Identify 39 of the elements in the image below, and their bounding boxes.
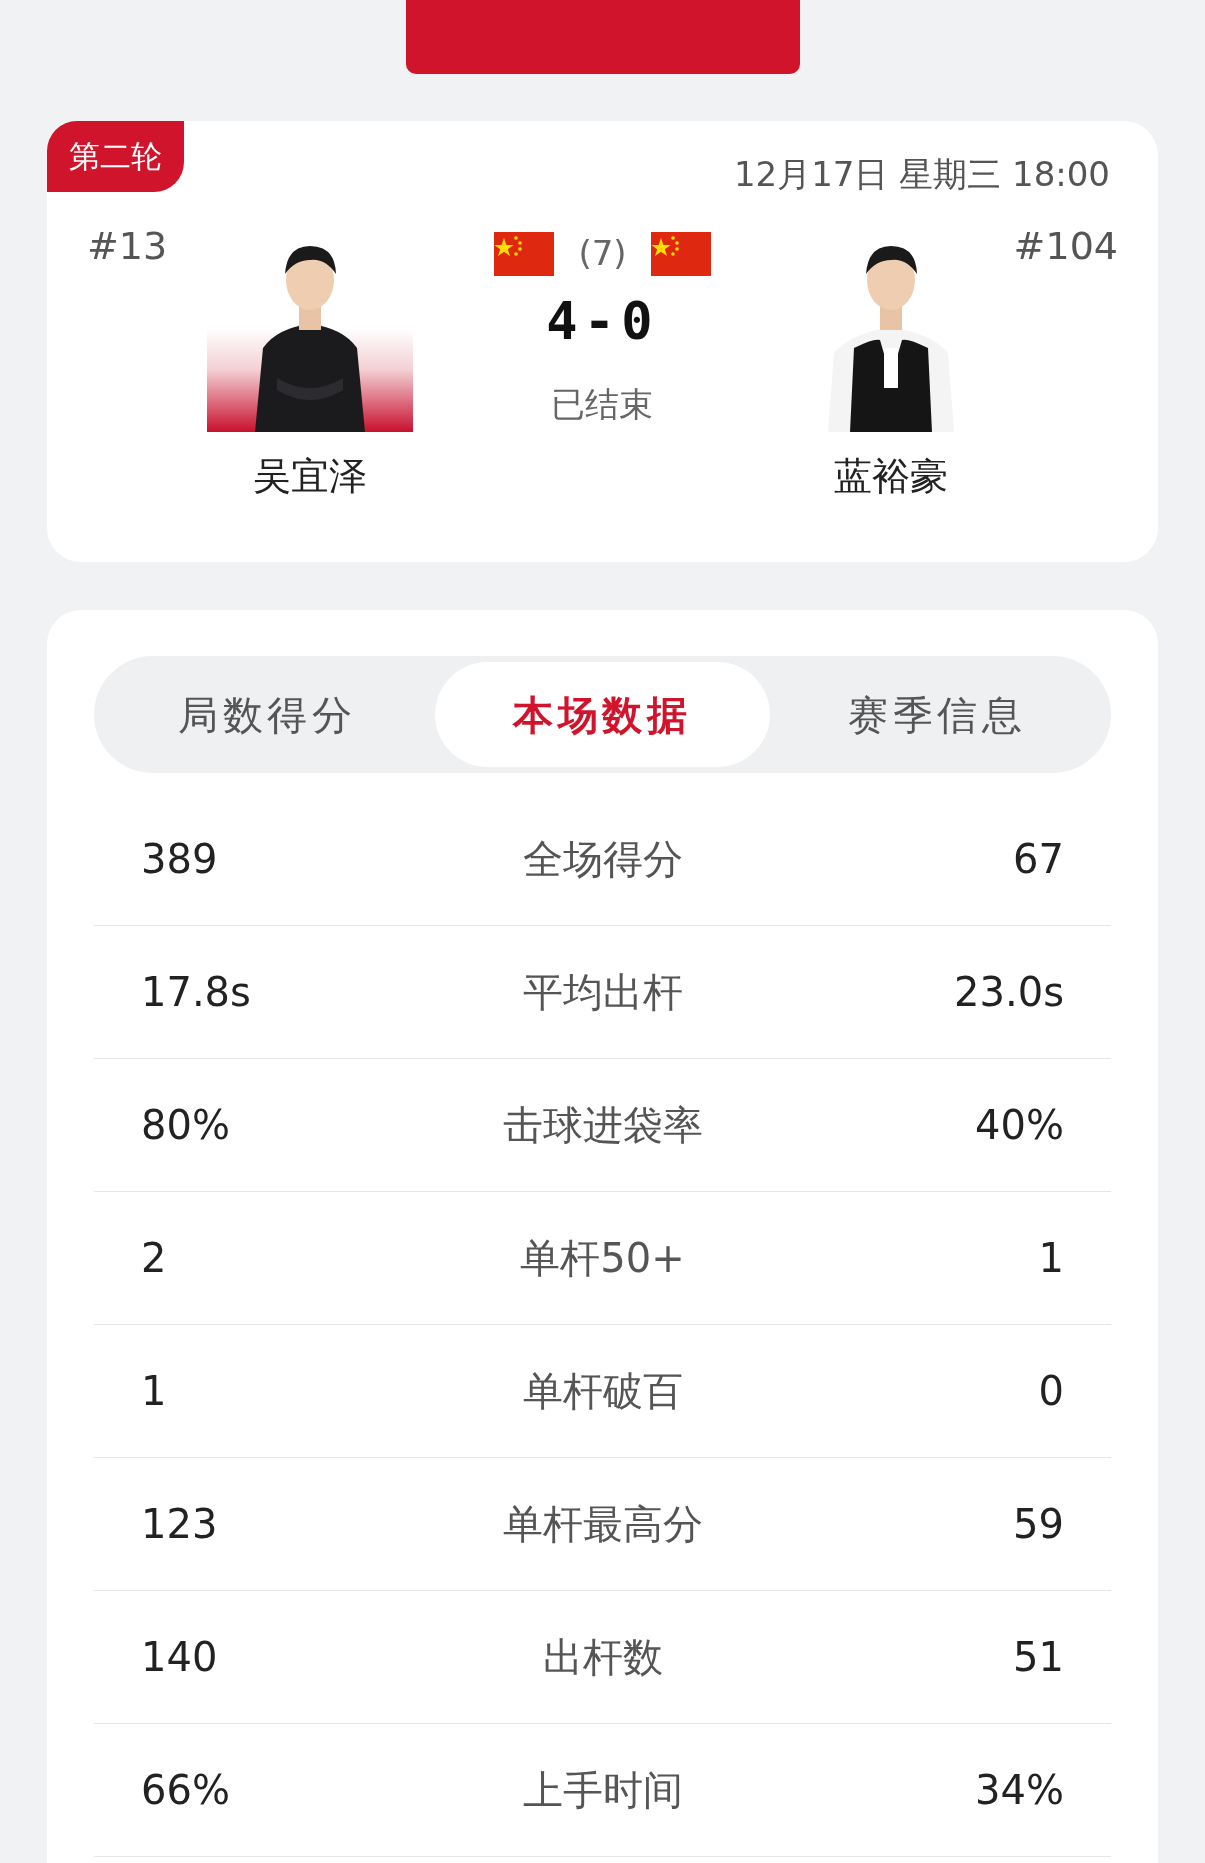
stat-value: 67 <box>1012 835 1064 884</box>
match-score: 4-0 <box>546 295 659 347</box>
stat-label: 出杆数 <box>541 1633 664 1682</box>
stat-value: 23.0s <box>953 968 1064 1017</box>
stat-value: 140 <box>141 1633 219 1682</box>
stat-value: 80% <box>141 1101 231 1150</box>
match-datetime: 12月17日 星期三 18:00 <box>733 154 1110 194</box>
stat-value: 51 <box>1012 1633 1064 1682</box>
stat-label: 单杆50+ <box>519 1234 686 1283</box>
stat-value: 17.8s <box>141 968 252 1017</box>
stat-value: 59 <box>1012 1500 1064 1549</box>
tab[interactable]: 局数得分 <box>100 662 435 767</box>
left-player-rank: #13 <box>87 223 168 270</box>
stat-value: 2 <box>141 1234 168 1283</box>
stat-label: 全场得分 <box>521 835 684 884</box>
stat-value: 34% <box>974 1766 1064 1815</box>
frames-note: (7) <box>578 232 627 275</box>
stat-label: 单杆破百 <box>521 1367 684 1416</box>
stat-label: 平均出杆 <box>521 968 684 1017</box>
stat-value: 123 <box>141 1500 219 1549</box>
stat-value: 40% <box>974 1101 1064 1150</box>
stat-label: 击球进袋率 <box>501 1101 704 1150</box>
stat-value: 0 <box>1037 1367 1064 1416</box>
match-status: 已结束 <box>551 383 654 426</box>
stat-value: 66% <box>141 1766 231 1815</box>
tab[interactable]: 本场数据 <box>435 662 770 767</box>
stat-value: 1 <box>1037 1234 1064 1283</box>
stat-label: 单杆最高分 <box>501 1500 704 1549</box>
stat-value: 389 <box>141 835 219 884</box>
stat-value: 1 <box>141 1367 168 1416</box>
flag-icon <box>650 231 711 276</box>
stat-label: 上手时间 <box>521 1766 684 1815</box>
tab[interactable]: 赛季信息 <box>770 662 1105 767</box>
player-name: 蓝裕豪 <box>834 453 948 500</box>
round-tag: 第二轮 <box>47 121 184 192</box>
banner-button[interactable] <box>405 0 800 74</box>
right-player-rank: #104 <box>1013 223 1118 270</box>
player-name: 吴宜泽 <box>253 453 368 500</box>
flag-icon <box>494 231 555 276</box>
